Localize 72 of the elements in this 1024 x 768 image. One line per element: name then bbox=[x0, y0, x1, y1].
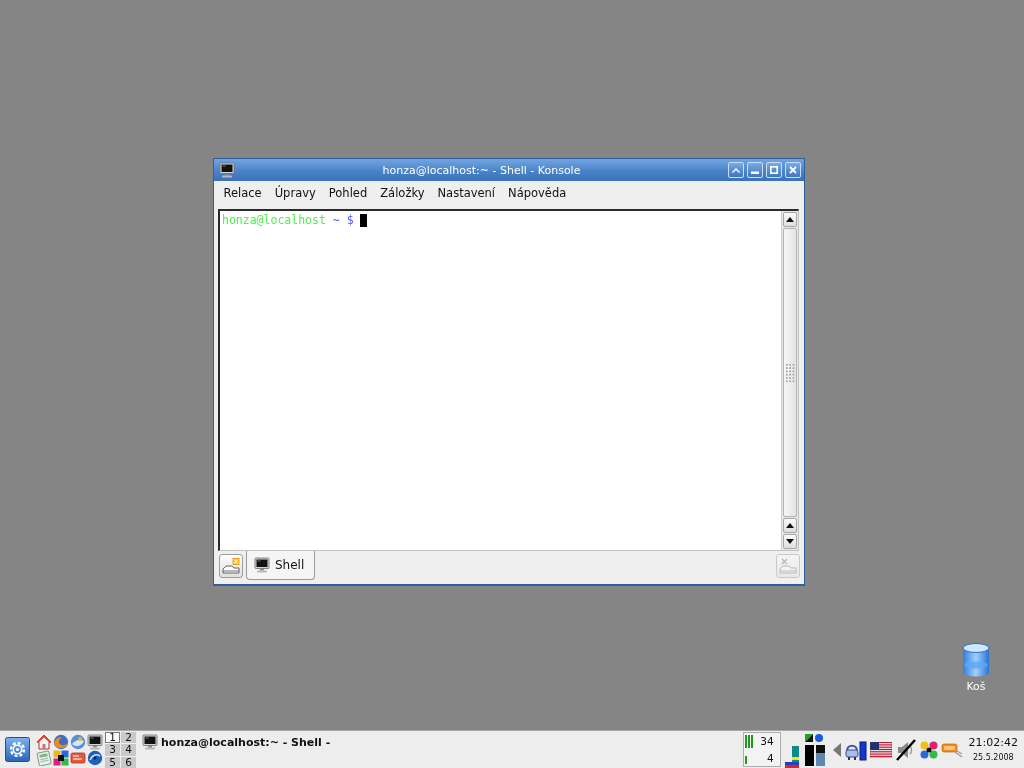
plug-icon bbox=[844, 738, 867, 761]
close-icon bbox=[789, 166, 797, 174]
triangle-down-icon bbox=[786, 539, 794, 544]
scroll-down-button[interactable] bbox=[783, 534, 797, 549]
launcher-button[interactable] bbox=[87, 749, 103, 766]
tiles-icon bbox=[53, 749, 69, 766]
minimize-button[interactable] bbox=[747, 162, 763, 178]
speaker-muted-icon bbox=[894, 738, 917, 761]
close-button[interactable] bbox=[785, 162, 801, 178]
tab[interactable]: Shell bbox=[246, 551, 316, 580]
clock-date: 25.5.2008 bbox=[972, 753, 1014, 762]
gear-logo-icon bbox=[5, 737, 30, 762]
tray-button[interactable] bbox=[919, 740, 938, 759]
start-button[interactable] bbox=[5, 737, 30, 762]
tray-toggle-button[interactable] bbox=[832, 742, 841, 757]
task-button[interactable]: honza@localhost:~ - Shell - bbox=[140, 734, 333, 750]
monitor-reading: 34 bbox=[760, 735, 775, 748]
scrollbar-thumb[interactable] bbox=[783, 228, 797, 517]
tray-button[interactable] bbox=[894, 738, 917, 761]
tabs-cross-icon bbox=[779, 558, 797, 574]
disc-icon bbox=[87, 749, 103, 766]
grip-icon bbox=[785, 363, 795, 382]
menu-item[interactable]: Nápověda bbox=[501, 185, 573, 201]
shade-button[interactable] bbox=[728, 162, 744, 178]
prompt-text: honza@localhost bbox=[222, 213, 326, 227]
triangle-left-icon bbox=[832, 742, 841, 757]
tray-button[interactable] bbox=[869, 741, 892, 758]
scroll-up-button[interactable] bbox=[783, 212, 797, 227]
menu-item[interactable]: Pohled bbox=[322, 185, 374, 201]
menu-item[interactable]: Relace bbox=[217, 185, 269, 201]
bin-icon[interactable] bbox=[962, 643, 990, 677]
tabs-sparkle-icon bbox=[222, 558, 240, 574]
launcher-button[interactable] bbox=[53, 749, 69, 766]
feed-badge-icon bbox=[940, 741, 963, 758]
house-icon bbox=[36, 733, 52, 750]
desktop-pager-cell[interactable]: 1 bbox=[105, 732, 120, 744]
triangle-up-icon bbox=[786, 217, 794, 222]
monitor-icon bbox=[254, 557, 270, 573]
desktop-pager-cell[interactable]: 2 bbox=[121, 732, 136, 744]
desktop-pager-cell[interactable]: 5 bbox=[105, 756, 120, 768]
monitor-icon bbox=[87, 733, 103, 750]
usage-meter-icon bbox=[803, 732, 826, 767]
globe-icon bbox=[53, 733, 69, 750]
scroll-up-button[interactable] bbox=[783, 518, 797, 533]
menu-item[interactable]: Úpravy bbox=[268, 185, 323, 201]
launcher-button[interactable] bbox=[87, 733, 103, 750]
desktop-pager-cell[interactable]: 6 bbox=[121, 756, 136, 768]
card-icon bbox=[70, 749, 86, 766]
sphere-icon bbox=[70, 733, 86, 750]
window-title: honza@localhost:~ - Shell - Konsole bbox=[381, 163, 582, 177]
prompt-text: ~ $ bbox=[332, 213, 354, 227]
desktop-pager-cell[interactable]: 3 bbox=[105, 744, 120, 756]
caret-up-icon bbox=[732, 167, 740, 173]
triangle-up-icon bbox=[786, 523, 794, 528]
menu-item[interactable]: Záložky bbox=[373, 185, 431, 201]
tray-button[interactable] bbox=[844, 738, 867, 761]
flag-icon bbox=[869, 741, 892, 758]
load-bars-icon bbox=[744, 734, 753, 748]
maximize-icon bbox=[770, 166, 778, 174]
clock-time: 21:02:42 bbox=[968, 737, 1018, 749]
menu-item[interactable]: Nastavení bbox=[431, 185, 502, 201]
icon-label: Koš bbox=[966, 680, 986, 693]
clock[interactable]: 21:02:42 25.5.2008 bbox=[968, 737, 1018, 762]
terminal-area[interactable]: honza@localhost ~ $ bbox=[220, 211, 781, 550]
new-tab-button[interactable] bbox=[219, 554, 243, 578]
desktop-pager-cell[interactable]: 4 bbox=[121, 744, 136, 756]
monitor-reading: 4 bbox=[766, 751, 775, 764]
monitor-icon bbox=[142, 734, 158, 750]
maximize-button[interactable] bbox=[766, 162, 782, 178]
monitor-icon bbox=[219, 162, 235, 178]
memory-bars-icon bbox=[784, 746, 799, 768]
color-dots-icon bbox=[919, 740, 938, 759]
